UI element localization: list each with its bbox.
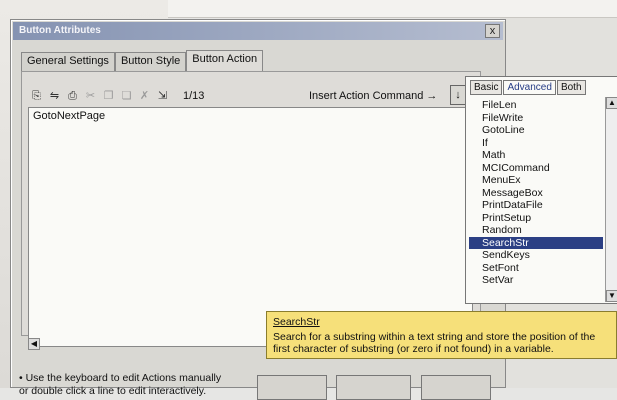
- copy-icon[interactable]: ❐: [101, 89, 116, 104]
- command-item[interactable]: MCICommand: [469, 162, 603, 175]
- hint-line: or double click a line to edit interacti…: [19, 385, 207, 397]
- tooltip-title: SearchStr: [273, 316, 320, 328]
- dialog-titlebar: Button Attributes x: [13, 22, 503, 40]
- popup-tab-basic[interactable]: Basic: [470, 80, 503, 95]
- insert-line-icon[interactable]: ⇋: [47, 89, 62, 104]
- tooltip-text: Search for a substring within a text str…: [273, 331, 596, 355]
- command-item[interactable]: SendKeys: [469, 249, 603, 262]
- editor-line[interactable]: GotoNextPage: [33, 110, 105, 122]
- action-toolbar: ⎘ ⇋ ⎙ ✂ ❐ ❏ ✗ ⇲ 1/13: [29, 87, 204, 105]
- scroll-down-icon[interactable]: ▼: [606, 290, 617, 302]
- paste-icon[interactable]: ❏: [119, 89, 134, 104]
- command-item[interactable]: MessageBox: [469, 187, 603, 200]
- command-item-selected[interactable]: SearchStr: [469, 236, 603, 249]
- delete-icon[interactable]: ✗: [137, 89, 152, 104]
- tab-general-settings[interactable]: General Settings: [21, 52, 115, 71]
- insert-action-button[interactable]: ↓: [450, 85, 466, 105]
- command-item[interactable]: If: [469, 137, 603, 150]
- command-item[interactable]: FileLen: [469, 99, 603, 112]
- popup-tab-advanced[interactable]: Advanced: [503, 80, 556, 95]
- hint-text: • Use the keyboard to edit Actions manua…: [19, 372, 259, 398]
- command-list-scrollbar[interactable]: ▲ ▼: [605, 97, 617, 302]
- command-item[interactable]: SetFont: [469, 262, 603, 275]
- scroll-up-icon[interactable]: ▲: [606, 97, 617, 109]
- new-action-icon[interactable]: ⎘: [29, 89, 44, 104]
- command-item[interactable]: GotoLine: [469, 124, 603, 137]
- command-item[interactable]: Math: [469, 149, 603, 162]
- command-item[interactable]: PrintSetup: [469, 212, 603, 225]
- command-item[interactable]: SetVar: [469, 274, 603, 287]
- hint-line: • Use the keyboard to edit Actions manua…: [19, 372, 222, 384]
- insert-action-label: Insert Action Command →: [309, 90, 438, 102]
- cut-icon[interactable]: ✂: [83, 89, 98, 104]
- command-tooltip: SearchStr Search for a substring within …: [266, 311, 617, 359]
- dialog-tabs: General Settings Button Style Button Act…: [21, 50, 264, 72]
- line-counter: 1/13: [183, 90, 205, 102]
- tab-button-style[interactable]: Button Style: [114, 52, 187, 71]
- goto-line-icon[interactable]: ⇲: [155, 89, 170, 104]
- tab-button-action[interactable]: Button Action: [186, 50, 264, 72]
- dialog-title: Button Attributes: [19, 25, 101, 36]
- action-command-popup: Basic Advanced Both FileLen FileWrite Go…: [465, 76, 617, 304]
- command-item[interactable]: MenuEx: [469, 174, 603, 187]
- popup-tab-both[interactable]: Both: [556, 80, 586, 95]
- popup-tabs: Basic Advanced Both: [470, 80, 587, 95]
- background-top-bar: [168, 0, 617, 18]
- command-item[interactable]: PrintDataFile: [469, 199, 603, 212]
- command-item[interactable]: Random: [469, 224, 603, 237]
- close-button[interactable]: x: [485, 24, 500, 38]
- command-item[interactable]: FileWrite: [469, 112, 603, 125]
- scroll-left-arrow-icon[interactable]: ◀: [28, 338, 40, 350]
- command-list: FileLen FileWrite GotoLine If Math MCICo…: [469, 99, 603, 287]
- print-icon[interactable]: ⎙: [65, 89, 80, 104]
